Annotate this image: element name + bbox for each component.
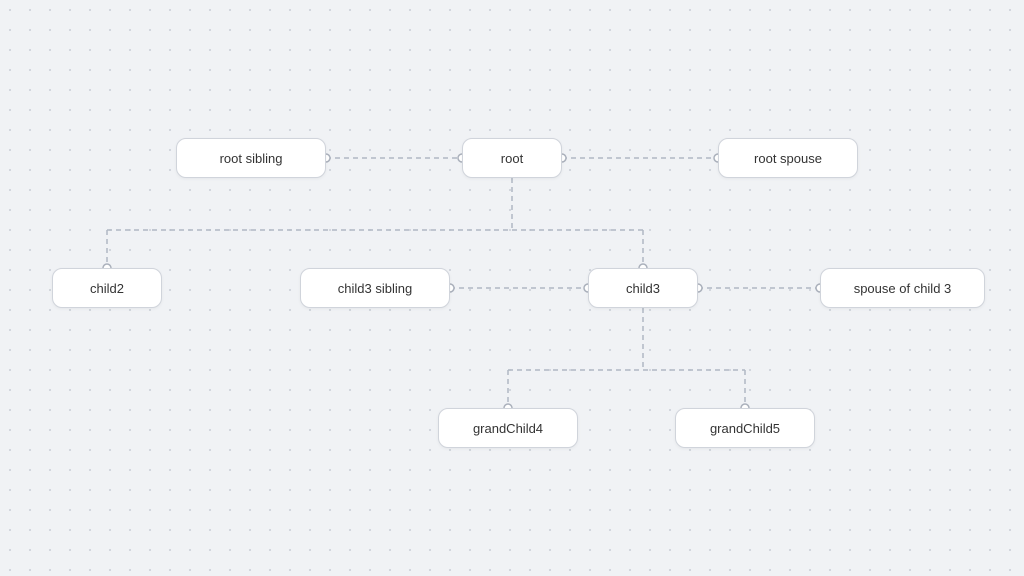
node-label-child3-sibling: child3 sibling bbox=[338, 281, 412, 296]
node-child3-sibling[interactable]: child3 sibling bbox=[300, 268, 450, 308]
node-grandchild5[interactable]: grandChild5 bbox=[675, 408, 815, 448]
node-label-root-sibling: root sibling bbox=[220, 151, 283, 166]
node-label-grandchild5: grandChild5 bbox=[710, 421, 780, 436]
node-label-spouse-child3: spouse of child 3 bbox=[854, 281, 952, 296]
node-root-spouse[interactable]: root spouse bbox=[718, 138, 858, 178]
node-label-grandchild4: grandChild4 bbox=[473, 421, 543, 436]
node-label-root: root bbox=[501, 151, 523, 166]
node-label-child3: child3 bbox=[626, 281, 660, 296]
node-root-sibling[interactable]: root sibling bbox=[176, 138, 326, 178]
node-spouse-child3[interactable]: spouse of child 3 bbox=[820, 268, 985, 308]
node-grandchild4[interactable]: grandChild4 bbox=[438, 408, 578, 448]
node-child3[interactable]: child3 bbox=[588, 268, 698, 308]
diagram-container: root sibling root root spouse child2 chi… bbox=[0, 0, 1024, 576]
node-label-root-spouse: root spouse bbox=[754, 151, 822, 166]
node-label-child2: child2 bbox=[90, 281, 124, 296]
node-child2[interactable]: child2 bbox=[52, 268, 162, 308]
node-root[interactable]: root bbox=[462, 138, 562, 178]
